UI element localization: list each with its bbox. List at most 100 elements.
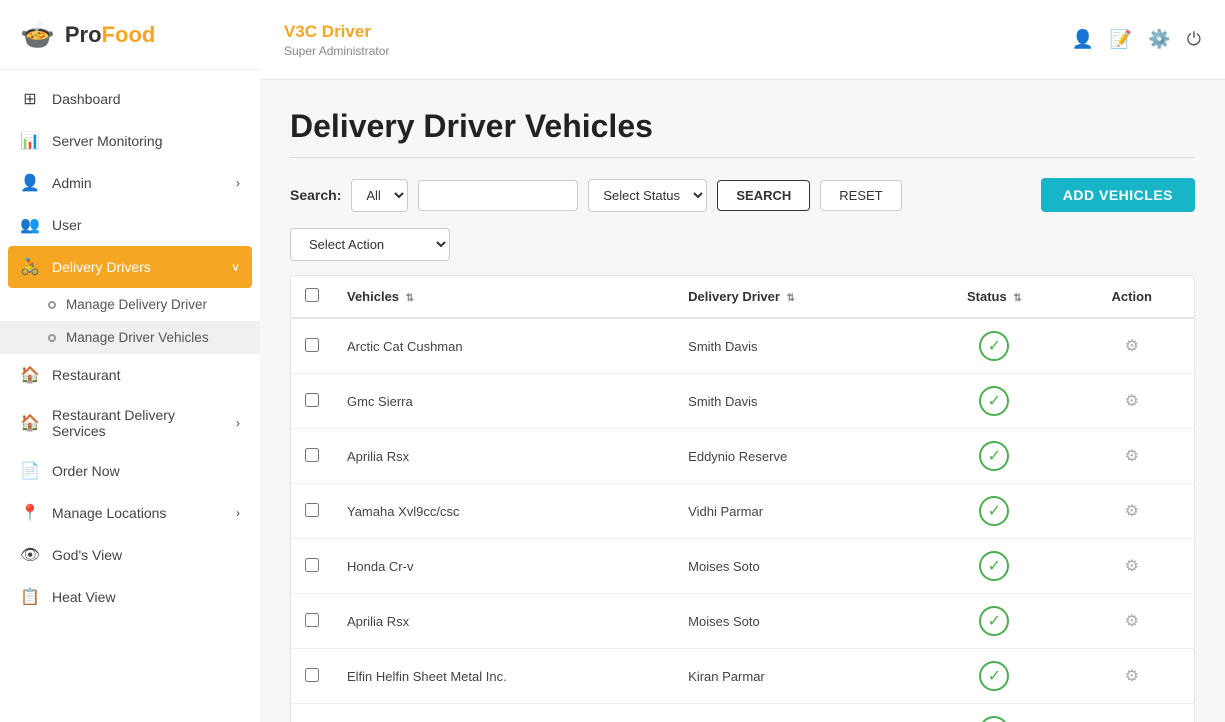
sidebar-item-delivery-drivers[interactable]: 🚴 Delivery Drivers ∨ [8, 246, 252, 288]
status-cell: ✓ [919, 429, 1069, 484]
row-checkbox[interactable] [305, 448, 319, 462]
gear-icon[interactable]: ⚙ [1117, 441, 1147, 471]
table-row: Yamaha Xvl9cc/csc Vidhi Parmar ✓ ⚙ [291, 484, 1194, 539]
sidebar-item-manage-delivery-driver[interactable]: Manage Delivery Driver [0, 288, 260, 321]
sidebar-item-gods-view[interactable]: 👁 God's View [0, 534, 260, 576]
gear-icon[interactable]: ⚙ [1117, 386, 1147, 416]
vehicle-name: Aprilia Rsx [333, 704, 674, 722]
col-delivery-driver[interactable]: Delivery Driver ⇅ [674, 276, 919, 318]
gear-icon[interactable]: ⚙ [1117, 716, 1147, 722]
gear-icon[interactable]: ⚙ [1117, 496, 1147, 526]
table-row: Arctic Cat Cushman Smith Davis ✓ ⚙ [291, 318, 1194, 374]
gear-icon[interactable]: ⚙ [1117, 551, 1147, 581]
gods-view-icon: 👁 [20, 545, 40, 565]
gear-icon[interactable]: ⚙ [1117, 331, 1147, 361]
row-checkbox[interactable] [305, 393, 319, 407]
action-cell: ⚙ [1070, 649, 1194, 704]
sidebar-item-label: Admin [52, 175, 224, 191]
sidebar-item-label: Server Monitoring [52, 133, 240, 149]
sidebar-item-server-monitoring[interactable]: 📊 Server Monitoring [0, 120, 260, 162]
table-row: Aprilia Rsx Moises Soto ✓ ⚙ [291, 594, 1194, 649]
server-monitoring-icon: 📊 [20, 131, 40, 151]
user-profile-icon[interactable]: 👤 [1071, 29, 1093, 50]
sub-item-label: Manage Delivery Driver [66, 297, 207, 312]
action-cell: ⚙ [1070, 539, 1194, 594]
row-checkbox-cell [291, 374, 333, 429]
table-row: Aprilia Rsx Nyles Johnson ✓ ⚙ [291, 704, 1194, 722]
topbar-user-info: V3C Driver Super Administrator [284, 22, 389, 58]
sidebar-item-dashboard[interactable]: ⊞ Dashboard [0, 78, 260, 120]
logo: 🍲 ProFood [0, 0, 260, 70]
search-filter-select[interactable]: All [351, 179, 408, 212]
search-bar: Search: All Select Status Active Inactiv… [290, 178, 1195, 212]
action-cell: ⚙ [1070, 318, 1194, 374]
table-row: Gmc Sierra Smith Davis ✓ ⚙ [291, 374, 1194, 429]
vehicle-name: Gmc Sierra [333, 374, 674, 429]
heat-view-icon: 📋 [20, 587, 40, 607]
sidebar-item-label: Restaurant [52, 367, 240, 383]
dot-icon [48, 301, 56, 309]
sidebar-item-user[interactable]: 👥 User [0, 204, 260, 246]
sidebar-item-restaurant-delivery-services[interactable]: 🏠 Restaurant Delivery Services › [0, 396, 260, 450]
sort-icon: ⇅ [1013, 293, 1021, 304]
content-area: Delivery Driver Vehicles Search: All Sel… [260, 80, 1225, 722]
search-label: Search: [290, 187, 341, 203]
vehicle-name: Aprilia Rsx [333, 429, 674, 484]
chevron-right-icon: › [236, 416, 240, 430]
sidebar-item-order-now[interactable]: 📄 Order Now [0, 450, 260, 492]
driver-name: Eddynio Reserve [674, 429, 919, 484]
row-checkbox[interactable] [305, 558, 319, 572]
action-select[interactable]: Select Action [290, 228, 450, 261]
status-badge: ✓ [979, 496, 1009, 526]
select-all-checkbox[interactable] [305, 288, 319, 302]
status-badge: ✓ [979, 441, 1009, 471]
driver-name: Moises Soto [674, 539, 919, 594]
table-row: Aprilia Rsx Eddynio Reserve ✓ ⚙ [291, 429, 1194, 484]
sidebar-item-label: Restaurant Delivery Services [52, 407, 224, 439]
sidebar-item-restaurant[interactable]: 🏠 Restaurant [0, 354, 260, 396]
gear-icon[interactable]: ⚙ [1117, 606, 1147, 636]
logo-icon: 🍲 [20, 18, 55, 51]
sidebar: 🍲 ProFood ⊞ Dashboard 📊 Server Monitorin… [0, 0, 260, 722]
row-checkbox[interactable] [305, 338, 319, 352]
col-vehicles[interactable]: Vehicles ⇅ [333, 276, 674, 318]
status-select[interactable]: Select Status Active Inactive [588, 179, 707, 212]
vehicles-table-container: Vehicles ⇅ Delivery Driver ⇅ Status ⇅ Ac… [290, 275, 1195, 722]
sidebar-item-heat-view[interactable]: 📋 Heat View [0, 576, 260, 618]
sidebar-item-label: User [52, 217, 240, 233]
order-icon: 📄 [20, 461, 40, 481]
page-title: Delivery Driver Vehicles [290, 108, 1195, 145]
row-checkbox[interactable] [305, 613, 319, 627]
settings-icon[interactable]: ⚙️ [1148, 29, 1170, 50]
restaurant-icon: 🏠 [20, 365, 40, 385]
sidebar-item-label: Manage Locations [52, 505, 224, 521]
status-badge: ✓ [979, 551, 1009, 581]
sidebar-item-label: Dashboard [52, 91, 240, 107]
logout-icon[interactable]: ⏻ [1187, 29, 1201, 50]
action-cell: ⚙ [1070, 374, 1194, 429]
logo-text: ProFood [65, 22, 155, 48]
user-icon: 👥 [20, 215, 40, 235]
reset-button[interactable]: RESET [820, 180, 901, 211]
row-checkbox[interactable] [305, 503, 319, 517]
row-checkbox-cell [291, 649, 333, 704]
row-checkbox[interactable] [305, 668, 319, 682]
main-content: V3C Driver Super Administrator 👤 📝 ⚙️ ⏻ … [260, 0, 1225, 722]
col-status[interactable]: Status ⇅ [919, 276, 1069, 318]
action-cell: ⚙ [1070, 484, 1194, 539]
notifications-icon[interactable]: 📝 [1110, 29, 1132, 50]
search-button[interactable]: SEARCH [717, 180, 810, 211]
gear-icon[interactable]: ⚙ [1117, 661, 1147, 691]
status-cell: ✓ [919, 318, 1069, 374]
driver-name: Vidhi Parmar [674, 484, 919, 539]
row-checkbox-cell [291, 318, 333, 374]
search-input[interactable] [418, 180, 578, 211]
add-vehicles-button[interactable]: ADD VEHICLES [1041, 178, 1195, 212]
sidebar-item-admin[interactable]: 👤 Admin › [0, 162, 260, 204]
sidebar-item-manage-driver-vehicles[interactable]: Manage Driver Vehicles [0, 321, 260, 354]
status-badge: ✓ [979, 661, 1009, 691]
sidebar-item-manage-locations[interactable]: 📍 Manage Locations › [0, 492, 260, 534]
sidebar-item-label: God's View [52, 547, 240, 563]
row-checkbox-cell [291, 594, 333, 649]
rds-icon: 🏠 [20, 413, 40, 433]
